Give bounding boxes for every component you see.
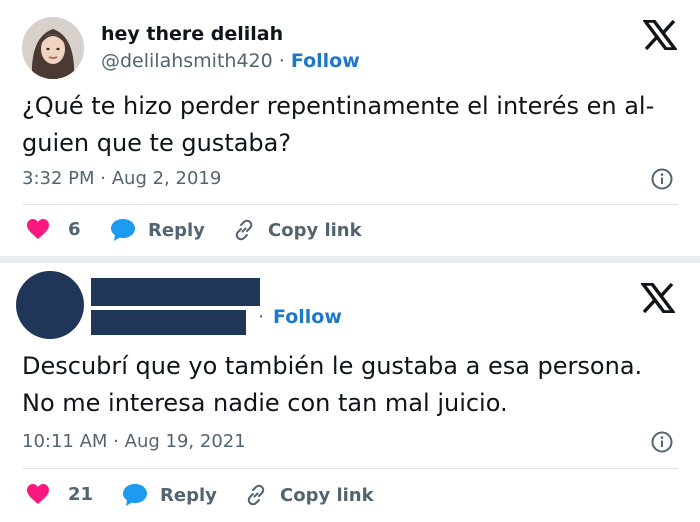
copy-link-label: Copy link	[268, 219, 362, 241]
avatar-redacted[interactable]	[16, 271, 84, 339]
separator: ·	[278, 50, 285, 72]
copy-link-button[interactable]: Copy link	[244, 483, 374, 507]
like-count: 21	[68, 483, 94, 505]
reply-label: Reply	[160, 484, 217, 506]
avatar[interactable]	[22, 17, 84, 79]
follow-button[interactable]: Follow	[273, 306, 342, 328]
info-icon[interactable]	[651, 168, 673, 190]
x-logo-icon[interactable]	[639, 282, 677, 314]
x-logo-icon[interactable]	[641, 19, 679, 51]
tweet-time: 10:11 AM	[22, 431, 108, 452]
tweet-card-1: hey there delilah @delilahsmith420 · Fol…	[0, 0, 700, 256]
redacted-display-name	[91, 278, 260, 306]
tweet-time: 3:32 PM	[22, 168, 95, 189]
reply-label: Reply	[148, 219, 205, 241]
info-icon[interactable]	[651, 431, 673, 453]
separator: ·	[100, 168, 106, 189]
divider	[22, 204, 678, 205]
like-count: 6	[68, 218, 81, 240]
divider	[22, 468, 678, 469]
tweet-card-2: · Follow Descubrí que yo también le gust…	[0, 263, 700, 522]
like-button[interactable]: 21	[26, 483, 93, 505]
like-button[interactable]: 6	[26, 218, 81, 240]
action-bar: 6 Reply Copy link	[0, 215, 700, 245]
link-icon	[247, 484, 265, 506]
heart-icon	[27, 484, 49, 504]
tweet-text: Descubrí que yo también le gustaba a esa…	[22, 352, 643, 417]
copy-link-button[interactable]: Copy link	[232, 218, 362, 242]
copy-link-label: Copy link	[280, 484, 374, 506]
action-bar: 21 Reply Copy link	[0, 480, 700, 510]
heart-icon	[27, 219, 49, 239]
reply-button[interactable]: Reply	[110, 218, 205, 242]
timestamp[interactable]: 3:32 PM · Aug 2, 2019	[22, 168, 221, 189]
reply-bubble-icon	[111, 219, 135, 241]
handle[interactable]: @delilahsmith420	[101, 50, 273, 72]
tweet-date: Aug 19, 2021	[124, 431, 246, 452]
reply-button[interactable]: Reply	[122, 483, 217, 507]
redacted-handle	[91, 310, 246, 335]
tweet-text: ¿Qué te hizo perder repentinamente el in…	[22, 92, 655, 157]
reply-bubble-icon	[123, 484, 147, 506]
link-icon	[235, 219, 253, 241]
display-name[interactable]: hey there delilah	[101, 23, 283, 45]
separator: ·	[113, 431, 119, 452]
timestamp[interactable]: 10:11 AM · Aug 19, 2021	[22, 431, 246, 452]
tweet-date: Aug 2, 2019	[111, 168, 222, 189]
follow-button[interactable]: Follow	[291, 50, 360, 72]
handle-row: @delilahsmith420 · Follow	[101, 50, 360, 72]
separator: ·	[258, 306, 265, 328]
